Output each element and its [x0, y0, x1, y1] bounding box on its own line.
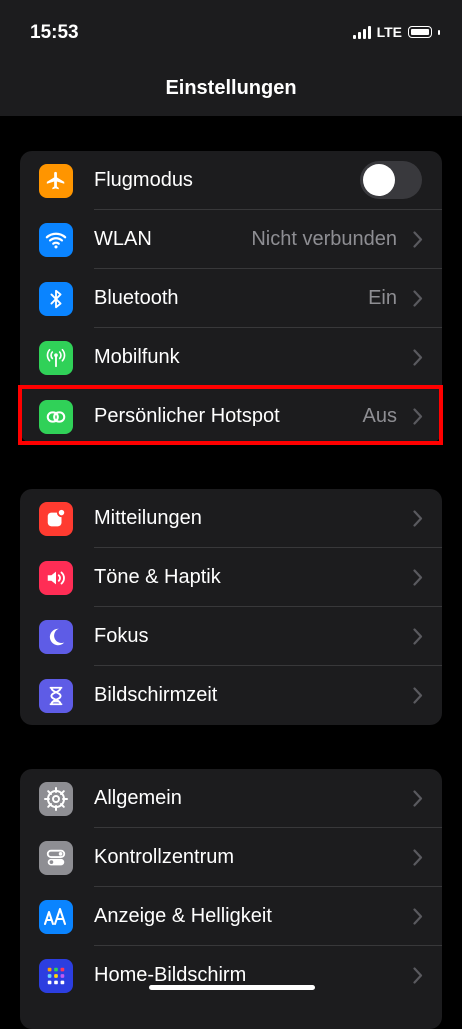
network-type: LTE: [376, 24, 402, 40]
settings-row-allgemein[interactable]: Allgemein: [20, 769, 442, 828]
chevron-right-icon: [413, 628, 423, 645]
row-value: Nicht verbunden: [251, 228, 397, 250]
bluetooth-icon: [39, 282, 73, 316]
settings-group-general: Allgemein Kontrollzentrum Anzeige & Hell…: [20, 769, 442, 1029]
settings-row-mobilfunk[interactable]: Mobilfunk: [20, 328, 442, 387]
speaker-icon: [39, 561, 73, 595]
antenna-icon: [39, 341, 73, 375]
text-size-icon: [39, 900, 73, 934]
settings-row-toene[interactable]: Töne & Haptik: [20, 548, 442, 607]
chevron-right-icon: [413, 510, 423, 527]
chevron-right-icon: [413, 290, 423, 307]
chevron-right-icon: [413, 408, 423, 425]
chevron-right-icon: [413, 790, 423, 807]
settings-row-mitteilungen[interactable]: Mitteilungen: [20, 489, 442, 548]
settings-row-fokus[interactable]: Fokus: [20, 607, 442, 666]
flugmodus-toggle[interactable]: [360, 161, 422, 199]
row-label: Fokus: [94, 625, 149, 647]
row-label: Mobilfunk: [94, 346, 180, 368]
row-label: Anzeige & Helligkeit: [94, 905, 272, 927]
battery-icon: [408, 26, 432, 38]
hotspot-icon: [39, 400, 73, 434]
row-label: WLAN: [94, 228, 152, 250]
settings-group-notifications: Mitteilungen Töne & Haptik Fokus Bildsch…: [20, 489, 442, 725]
navigation-bar: Einstellungen: [0, 64, 462, 116]
row-label: Flugmodus: [94, 169, 193, 191]
battery-tip: [438, 29, 440, 35]
toggle-knob: [363, 164, 395, 196]
settings-row-kontrollzentrum[interactable]: Kontrollzentrum: [20, 828, 442, 887]
status-bar: 15:53 LTE: [0, 0, 462, 64]
notifications-icon: [39, 502, 73, 536]
home-indicator[interactable]: [149, 985, 315, 990]
settings-row-home-bildschirm[interactable]: Home-Bildschirm: [20, 946, 442, 1005]
row-label: Allgemein: [94, 787, 182, 809]
row-value: Ein: [368, 287, 397, 309]
status-time: 15:53: [30, 22, 79, 43]
switches-icon: [39, 841, 73, 875]
airplane-icon: [39, 164, 73, 198]
row-label: Mitteilungen: [94, 507, 202, 529]
row-value: Aus: [362, 405, 397, 427]
settings-row-anzeige[interactable]: Anzeige & Helligkeit: [20, 887, 442, 946]
row-label: Bildschirmzeit: [94, 684, 218, 706]
chevron-right-icon: [413, 967, 423, 984]
row-label: Bluetooth: [94, 287, 179, 309]
status-indicators: LTE: [352, 24, 440, 40]
gear-icon: [39, 782, 73, 816]
row-label: Persönlicher Hotspot: [94, 405, 280, 427]
settings-row-bildschirmzeit[interactable]: Bildschirmzeit: [20, 666, 442, 725]
cellular-signal-icon: [352, 25, 371, 39]
chevron-right-icon: [413, 231, 423, 248]
page-title: Einstellungen: [165, 77, 297, 99]
row-label: Töne & Haptik: [94, 566, 221, 588]
row-label: Home-Bildschirm: [94, 964, 247, 986]
moon-icon: [39, 620, 73, 654]
settings-row-wlan[interactable]: WLAN Nicht verbunden: [20, 210, 442, 269]
row-label: Kontrollzentrum: [94, 846, 235, 868]
chevron-right-icon: [413, 687, 423, 704]
home-grid-icon: [39, 959, 73, 993]
chevron-right-icon: [413, 349, 423, 366]
chevron-right-icon: [413, 849, 423, 866]
hourglass-icon: [39, 679, 73, 713]
settings-row-bluetooth[interactable]: Bluetooth Ein: [20, 269, 442, 328]
chevron-right-icon: [413, 908, 423, 925]
settings-row-hotspot[interactable]: Persönlicher Hotspot Aus: [20, 387, 442, 443]
wifi-icon: [39, 223, 73, 257]
chevron-right-icon: [413, 569, 423, 586]
settings-group-connectivity: Flugmodus WLAN Nicht verbunden Bluetooth…: [20, 151, 442, 443]
settings-row-flugmodus[interactable]: Flugmodus: [20, 151, 442, 210]
